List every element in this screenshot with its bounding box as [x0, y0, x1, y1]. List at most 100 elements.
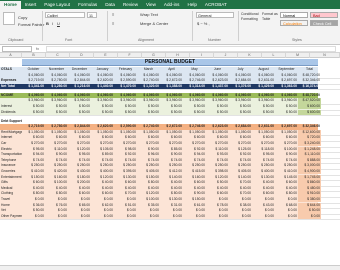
value-cell[interactable]: $ 3,000.00: [298, 163, 321, 169]
row-label[interactable]: Transportation: [0, 152, 22, 157]
month-header[interactable]: Total: [298, 67, 321, 72]
value-cell[interactable]: $ 4,060.00: [183, 93, 206, 98]
tab-page-layout[interactable]: Page Layout: [40, 1, 74, 9]
value-cell[interactable]: $ 74.00: [137, 158, 160, 163]
value-cell[interactable]: $ 96.00: [137, 152, 160, 157]
row-label[interactable]: Electric: [0, 147, 22, 152]
value-cell[interactable]: $ 250.00: [68, 163, 91, 168]
value-cell[interactable]: $ 4,060.00: [45, 73, 68, 78]
value-cell[interactable]: $ 1,050.00: [229, 130, 252, 135]
month-header[interactable]: September: [275, 67, 298, 72]
wrap-text-button[interactable]: Wrap Text: [140, 12, 158, 17]
value-cell[interactable]: $ 40.00: [45, 186, 68, 191]
value-cell[interactable]: $ 74.00: [252, 158, 275, 163]
value-cell[interactable]: $ 2,844.00: [68, 78, 91, 83]
value-cell[interactable]: $ 50.00: [22, 104, 45, 109]
value-cell[interactable]: $ 60.00: [114, 135, 137, 140]
value-cell[interactable]: $ 60.00: [206, 135, 229, 140]
value-cell[interactable]: $ 61.00: [183, 203, 206, 208]
row-label[interactable]: Expenses: [0, 78, 22, 83]
value-cell[interactable]: $ 4,060.00: [22, 73, 45, 78]
value-cell[interactable]: $ 4,060.00: [22, 93, 45, 98]
row-label[interactable]: Entertainment: [0, 175, 22, 180]
value-cell[interactable]: $ 1,341.00: [22, 84, 45, 89]
value-cell[interactable]: $ 94.00: [22, 152, 45, 157]
tab-help[interactable]: Help: [183, 1, 200, 9]
value-cell[interactable]: $ 0.00: [183, 208, 206, 213]
value-cell[interactable]: $ 74.00: [114, 158, 137, 163]
month-header[interactable]: March: [137, 67, 160, 72]
value-cell[interactable]: $ 2,590.00: [114, 78, 137, 83]
value-cell[interactable]: $ 1,050.00: [91, 130, 114, 135]
month-header[interactable]: June: [206, 67, 229, 72]
value-cell[interactable]: $ 50.00: [183, 104, 206, 109]
value-cell[interactable]: $ 130.00: [252, 175, 275, 180]
value-cell[interactable]: $ 0.00: [275, 214, 298, 219]
value-cell[interactable]: $ 1,437.00: [206, 84, 229, 89]
value-cell[interactable]: $ 60.00: [183, 135, 206, 140]
value-cell[interactable]: $ 95.00: [68, 152, 91, 157]
value-cell[interactable]: $ 74.00: [183, 158, 206, 163]
value-cell[interactable]: $ 40.00: [68, 186, 91, 191]
value-cell[interactable]: $ 250.00: [45, 163, 68, 168]
value-cell[interactable]: $ 0.00: [298, 213, 321, 220]
value-cell[interactable]: $ 70.00: [229, 191, 252, 196]
value-cell[interactable]: $ 1,440.00: [91, 84, 114, 89]
value-cell[interactable]: $ 1,314.00: [183, 84, 206, 89]
value-cell[interactable]: $ 4,060.00: [229, 73, 252, 78]
value-cell[interactable]: $ 420.00: [45, 169, 68, 174]
value-cell[interactable]: $ 50.00: [91, 104, 114, 109]
value-cell[interactable]: $ 2,631.00: [252, 124, 275, 129]
tab-insert[interactable]: Insert: [21, 1, 41, 9]
column-header[interactable]: H: [166, 53, 190, 58]
worksheet-grid[interactable]: ABCDEFGHIJKLMN PERSONAL BUDGET OTALS Octo…: [0, 53, 340, 265]
value-cell[interactable]: $ 2,780.00: [45, 124, 68, 129]
value-cell[interactable]: $ 120.00: [137, 191, 160, 196]
value-cell[interactable]: $ 80.00: [275, 191, 298, 196]
value-cell[interactable]: $ 270.00: [45, 141, 68, 146]
value-cell[interactable]: $ 398.00: [206, 169, 229, 174]
value-cell[interactable]: $ 0.00: [160, 214, 183, 219]
row-label[interactable]: Clothing: [0, 191, 22, 196]
value-cell[interactable]: $ 250.00: [114, 163, 137, 168]
value-cell[interactable]: $ 405.00: [229, 169, 252, 174]
value-cell[interactable]: $ 3,960.00: [252, 98, 275, 103]
value-cell[interactable]: $ 60.00: [229, 135, 252, 140]
value-cell[interactable]: $ 40.00: [183, 186, 206, 191]
value-cell[interactable]: $ 60.00: [22, 180, 45, 185]
value-cell[interactable]: $ 250.00: [91, 163, 114, 168]
value-cell[interactable]: $ 1,110.00: [298, 152, 321, 158]
value-cell[interactable]: $ 2,684.00: [229, 124, 252, 129]
value-cell[interactable]: $ 3,960.00: [91, 98, 114, 103]
value-cell[interactable]: $ 60.00: [252, 191, 275, 196]
month-header[interactable]: November: [45, 67, 68, 72]
value-cell[interactable]: $ 0.00: [137, 208, 160, 213]
value-cell[interactable]: $ 415.00: [183, 169, 206, 174]
value-cell[interactable]: $ 250.00: [137, 163, 160, 168]
value-cell[interactable]: $ 50.00: [229, 110, 252, 115]
value-cell[interactable]: $ 4,060.00: [275, 73, 298, 78]
conditional-formatting-button[interactable]: Conditional Formatting: [241, 12, 259, 21]
value-cell[interactable]: $ 2,697.00: [275, 124, 298, 129]
month-header[interactable]: July: [229, 67, 252, 72]
value-cell[interactable]: $ 50.00: [22, 110, 45, 115]
value-cell[interactable]: $ 80.00: [45, 191, 68, 196]
value-cell[interactable]: $ 40.00: [114, 186, 137, 191]
value-cell[interactable]: $ 0.00: [91, 208, 114, 213]
value-cell[interactable]: $ 270.00: [91, 141, 114, 146]
align-top-button[interactable]: ≡: [112, 12, 114, 17]
value-cell[interactable]: $ 92.00: [183, 147, 206, 152]
value-cell[interactable]: $ 3,960.00: [137, 98, 160, 103]
value-cell[interactable]: $ 1,216.00: [68, 84, 91, 89]
value-cell[interactable]: $ 480.00: [298, 185, 321, 192]
value-cell[interactable]: $ 120.00: [68, 147, 91, 152]
value-cell[interactable]: $ 74.00: [91, 158, 114, 163]
value-cell[interactable]: $ 2,844.00: [68, 124, 91, 129]
value-cell[interactable]: $ 720.00: [298, 135, 321, 141]
value-cell[interactable]: $ 1,280.00: [45, 84, 68, 89]
value-cell[interactable]: $ 0.00: [68, 214, 91, 219]
row-label[interactable]: Debt Support: [0, 119, 22, 124]
value-cell[interactable]: $ 3,960.00: [160, 98, 183, 103]
value-cell[interactable]: $ 2,697.00: [275, 78, 298, 83]
format-painter-button[interactable]: Format Painter: [18, 22, 44, 27]
